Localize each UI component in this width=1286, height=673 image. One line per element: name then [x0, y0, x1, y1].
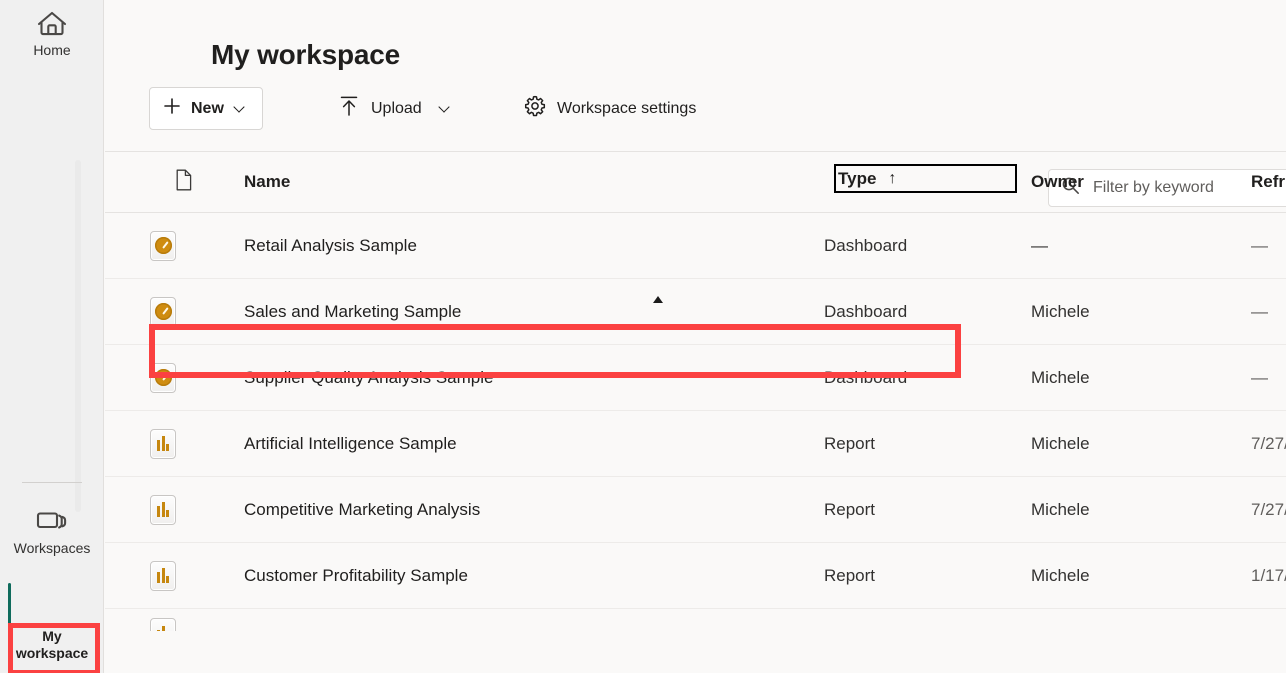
row-icon-cell — [150, 429, 210, 459]
row-owner: Michele — [1031, 500, 1090, 520]
left-navigation-rail: Home Workspaces My workspace — [0, 0, 104, 673]
workspace-settings-button-label: Workspace settings — [557, 100, 696, 118]
row-type: Report — [824, 566, 875, 586]
document-icon — [175, 169, 193, 196]
column-header-icon — [175, 169, 235, 196]
row-owner: — — [1031, 236, 1048, 256]
row-name[interactable]: Customer Profitability Sample — [244, 566, 468, 586]
row-type: Dashboard — [824, 368, 907, 388]
cursor-caret — [653, 296, 663, 303]
plus-icon — [162, 96, 182, 121]
row-owner: Michele — [1031, 302, 1090, 322]
sidebar-item-home-label: Home — [33, 42, 70, 59]
row-refreshed: — — [1251, 368, 1268, 388]
sidebar-item-my-workspace[interactable]: My workspace — [0, 624, 104, 662]
sidebar-item-workspaces-label: Workspaces — [14, 540, 91, 557]
column-header-type-label: Type — [838, 169, 876, 189]
dashboard-gauge-icon — [150, 363, 176, 393]
page-title: My workspace — [211, 39, 400, 71]
home-icon — [35, 8, 69, 38]
row-refreshed: — — [1251, 302, 1268, 322]
table-row[interactable]: Supplier Quality Analysis Sample Dashboar… — [105, 345, 1286, 411]
column-header-name[interactable]: Name — [244, 172, 290, 192]
report-bars-icon — [150, 561, 176, 591]
row-refreshed: 7/27/ — [1251, 434, 1286, 454]
report-bars-icon — [150, 429, 176, 459]
table-row[interactable]: Competitive Marketing Analysis Report Mich… — [105, 477, 1286, 543]
row-owner: Michele — [1031, 368, 1090, 388]
row-icon-cell — [150, 297, 210, 327]
table-header-row: Name Type ↑ Owner Refr — [105, 152, 1286, 213]
row-type: Dashboard — [824, 236, 907, 256]
row-icon-cell — [150, 231, 210, 261]
row-type: Report — [824, 434, 875, 454]
row-owner: Michele — [1031, 434, 1090, 454]
items-table: Name Type ↑ Owner Refr Retail Analysis S… — [105, 152, 1286, 631]
sort-ascending-icon: ↑ — [888, 171, 896, 187]
main-content: My workspace New — [105, 0, 1286, 673]
row-owner: Michele — [1031, 566, 1090, 586]
sidebar-item-home[interactable]: Home — [0, 8, 104, 59]
row-name[interactable]: Sales and Marketing Sample — [244, 302, 461, 322]
table-rows: Retail Analysis SampleDashboard——Sales a… — [105, 213, 1286, 609]
row-name[interactable]: Artificial Intelligence Sample — [244, 434, 457, 454]
new-button-label: New — [191, 100, 224, 118]
row-refreshed: 7/27/ — [1251, 500, 1286, 520]
table-row[interactable]: Retail Analysis Sample Dashboard — — — [105, 213, 1286, 279]
row-icon-cell — [150, 495, 210, 525]
row-name[interactable]: Retail Analysis Sample — [244, 236, 417, 256]
row-type: Dashboard — [824, 302, 907, 322]
new-button[interactable]: New — [149, 87, 263, 130]
dashboard-gauge-icon — [150, 231, 176, 261]
table-row-partial[interactable] — [105, 609, 1286, 631]
gear-icon — [523, 94, 547, 123]
table-row[interactable]: Sales and Marketing Sample Dashboard Miche… — [105, 279, 1286, 345]
power-bi-workspace-page: Home Workspaces My workspace My workspac… — [0, 0, 1286, 673]
row-type: Report — [824, 500, 875, 520]
row-icon-cell — [150, 363, 210, 393]
column-header-refreshed[interactable]: Refr — [1251, 172, 1285, 192]
column-header-owner[interactable]: Owner — [1031, 172, 1084, 192]
table-row[interactable]: Artificial Intelligence Sample Report Mich… — [105, 411, 1286, 477]
sidebar-item-my-workspace-label-line2: workspace — [16, 645, 88, 662]
command-bar: New Upload — [105, 82, 1286, 152]
sidebar-item-my-workspace-label-line1: My — [42, 628, 61, 645]
sidebar-item-workspaces[interactable]: Workspaces — [0, 508, 104, 557]
upload-button[interactable]: Upload — [331, 87, 457, 130]
row-name[interactable]: Competitive Marketing Analysis — [244, 500, 480, 520]
report-bars-icon — [150, 618, 176, 631]
row-refreshed: 1/17/ — [1251, 566, 1286, 586]
upload-arrow-icon — [337, 94, 361, 123]
table-row[interactable]: Customer Profitability Sample Report Miche… — [105, 543, 1286, 609]
sidebar-divider — [22, 482, 82, 483]
report-bars-icon — [150, 495, 176, 525]
workspaces-stack-icon — [34, 508, 70, 536]
column-header-type[interactable]: Type ↑ — [834, 164, 1017, 193]
row-name[interactable]: Supplier Quality Analysis Sample — [244, 368, 493, 388]
row-icon-cell — [150, 561, 210, 591]
sidebar-scrollbar[interactable] — [75, 160, 81, 512]
upload-button-label: Upload — [371, 100, 422, 118]
chevron-down-icon — [440, 103, 451, 114]
dashboard-gauge-icon — [150, 297, 176, 327]
workspace-settings-button[interactable]: Workspace settings — [517, 87, 702, 130]
chevron-down-icon — [235, 103, 246, 114]
row-refreshed: — — [1251, 236, 1268, 256]
